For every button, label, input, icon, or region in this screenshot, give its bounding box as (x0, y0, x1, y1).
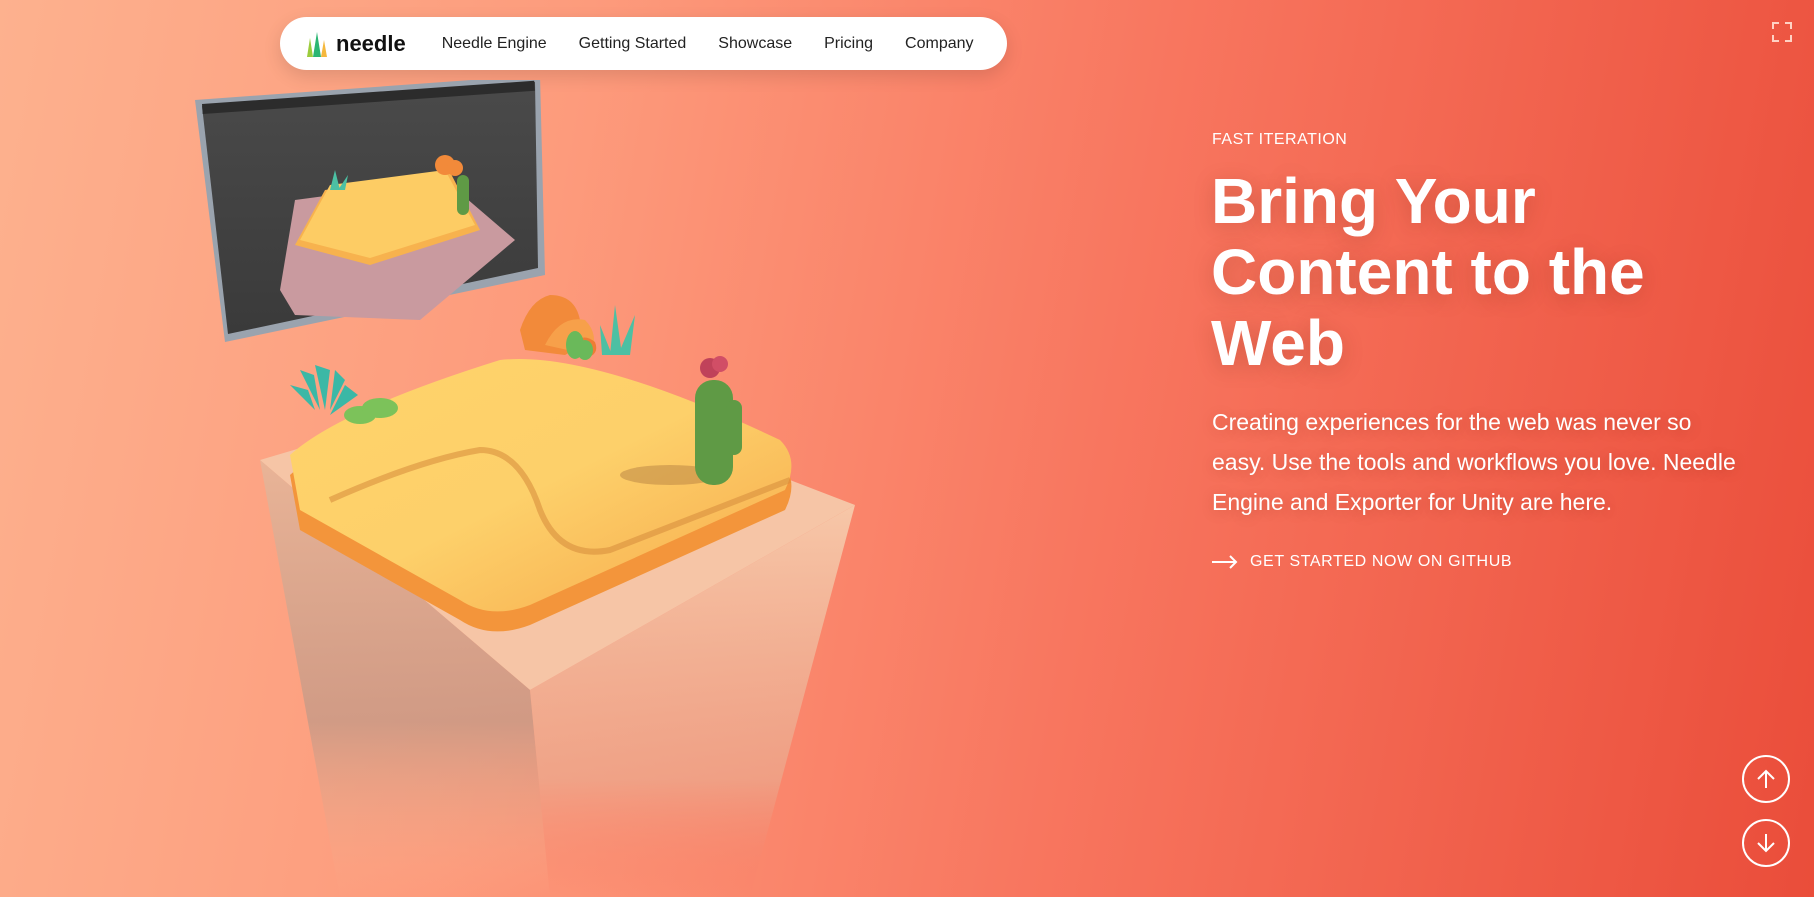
github-cta-link[interactable]: GET STARTED NOW ON GITHUB (1212, 553, 1512, 571)
nav-link-company[interactable]: Company (905, 35, 973, 53)
github-cta-label: GET STARTED NOW ON GITHUB (1250, 553, 1513, 570)
nav-link-needle-engine[interactable]: Needle Engine (442, 35, 547, 53)
hero-eyebrow: FAST ITERATION (1212, 131, 1348, 148)
arrow-right-icon (1212, 555, 1238, 569)
scroll-down-button[interactable] (1742, 819, 1790, 867)
hero-subtitle: Creating experiences for the web was nev… (1212, 409, 1736, 515)
hero-headline: Bring Your Content to the Web (1211, 165, 1645, 379)
logo-link[interactable]: needle (304, 30, 406, 58)
scene-illustration[interactable] (190, 80, 1010, 897)
nav-link-pricing[interactable]: Pricing (824, 35, 873, 53)
needle-logo-icon (307, 31, 327, 57)
scroll-up-button[interactable] (1742, 755, 1790, 803)
logo-text: needle (336, 30, 406, 56)
monitor (195, 80, 545, 342)
main-nav: needle Needle Engine Getting Started Sho… (280, 17, 1007, 70)
arrow-up-icon (1757, 769, 1775, 788)
arrow-down-icon (1757, 834, 1775, 853)
fullscreen-icon[interactable] (1772, 22, 1792, 42)
nav-link-getting-started[interactable]: Getting Started (579, 35, 687, 53)
nav-link-showcase[interactable]: Showcase (718, 35, 792, 53)
